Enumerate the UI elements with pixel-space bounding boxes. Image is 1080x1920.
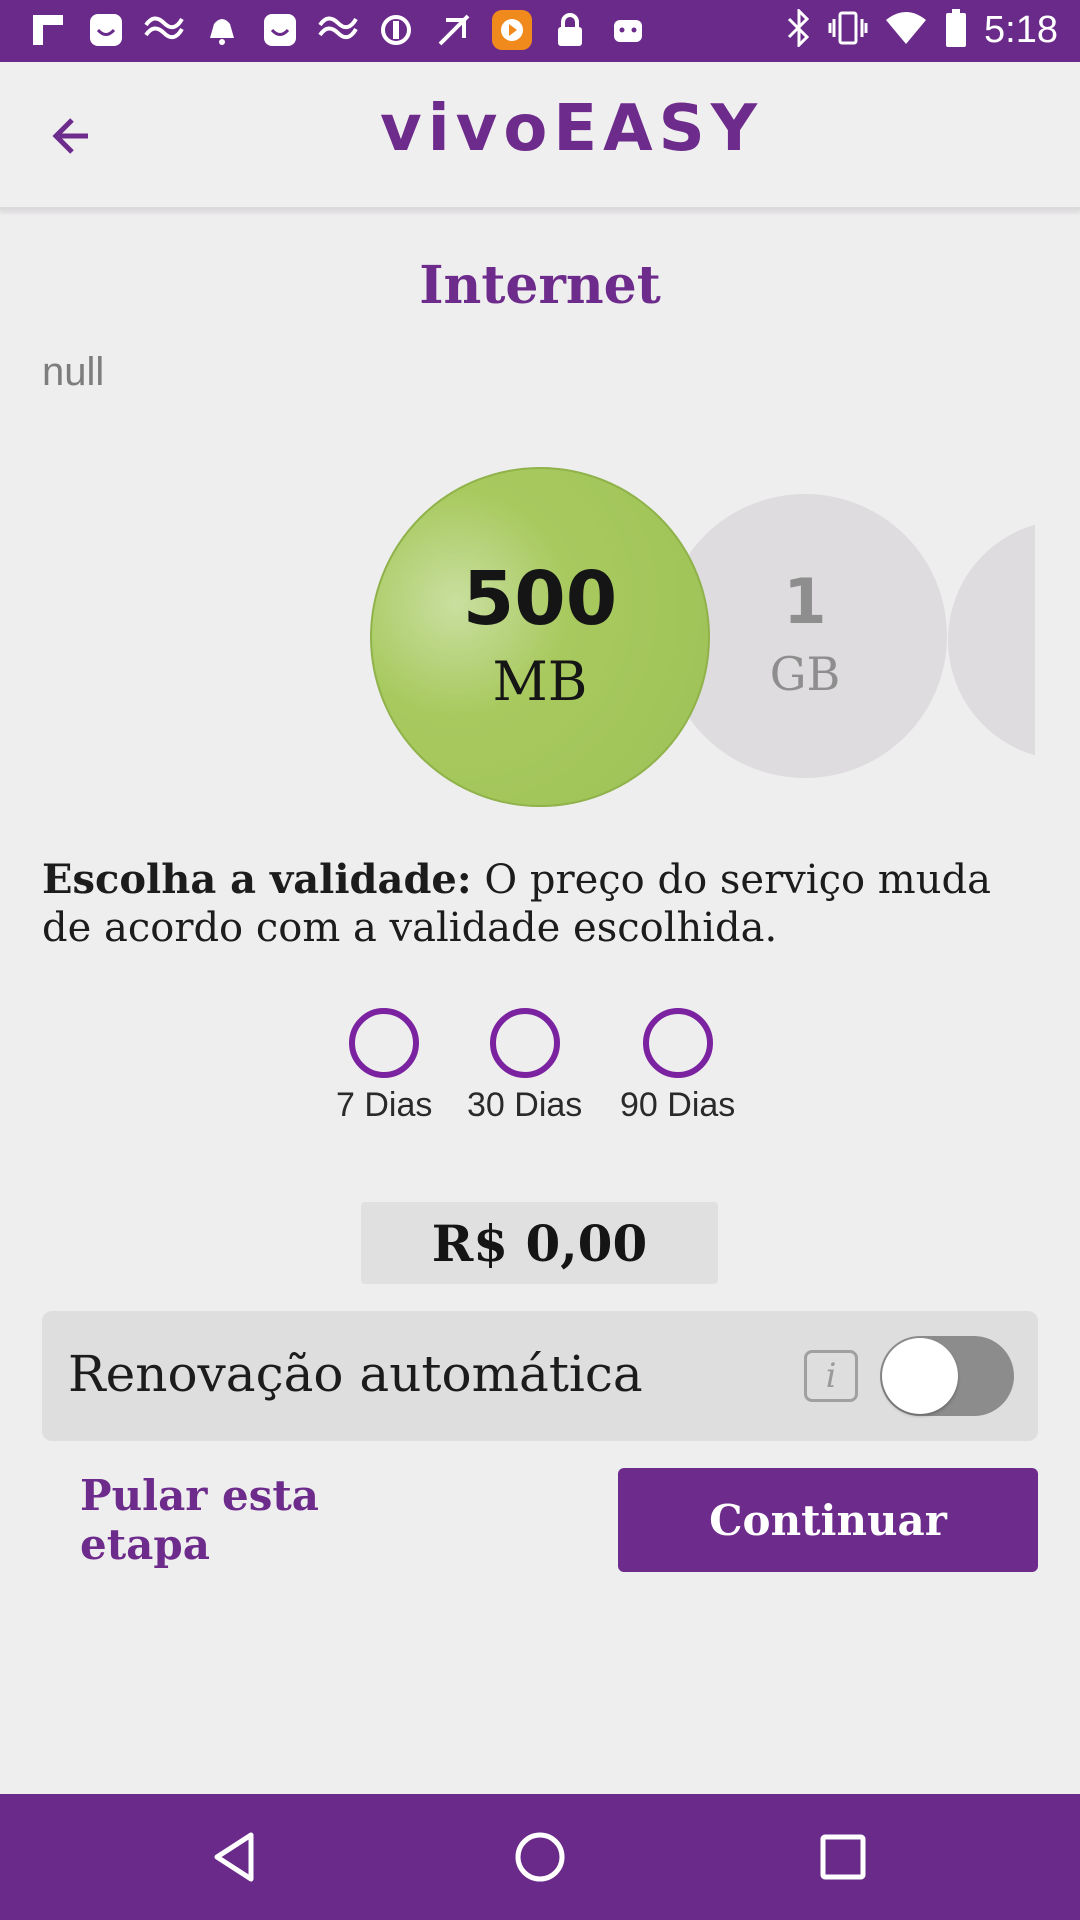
nav-home-button[interactable] [505,1822,575,1892]
validity-description: Escolha a validade: O preço do serviço m… [42,856,1042,952]
radio-button[interactable] [642,1008,713,1078]
plan-unit: MB [492,649,588,713]
toggle-knob [882,1338,958,1414]
vibrate-icon [828,9,868,51]
notification-bell-icon [202,10,242,50]
radio-button[interactable] [349,1008,420,1078]
validity-option-label: 90 Dias [620,1086,736,1124]
plan-amount: 1 [783,565,827,638]
plan-subtitle: null [42,350,105,394]
vivo-easy-logo: vivoEASY [380,92,764,166]
no-signal-icon [434,10,474,50]
validity-option-label: 30 Dias [467,1086,583,1124]
notification-icons [28,10,648,50]
price-display: R$ 0,00 [361,1202,718,1284]
back-button[interactable] [40,104,104,168]
system-nav-bar [0,1794,1080,1920]
app-bar: vivoEASY [0,62,1080,210]
plan-carousel[interactable]: 500 MB 1 GB [0,440,1035,840]
nav-back-button[interactable] [200,1822,270,1892]
validity-option-label: 7 Dias [336,1086,433,1124]
sync-icon [376,10,416,50]
nav-recents-button[interactable] [808,1822,878,1892]
android-icon [608,10,648,50]
validity-lead: Escolha a validade: [42,856,472,903]
validity-option-7[interactable]: 7 Dias [336,1008,432,1125]
arrow-left-icon [52,118,88,154]
bluetooth-icon [786,7,812,51]
app-smile-icon [86,10,126,50]
app-wave-icon [318,10,358,50]
plan-unit: GB [769,647,841,701]
battery-icon [944,8,968,52]
validity-option-90[interactable]: 90 Dias [620,1008,735,1125]
plan-option[interactable] [948,520,1035,760]
auto-renew-row: Renovação automática i [42,1311,1038,1441]
square-recents-icon [820,1834,866,1880]
continue-button[interactable]: Continuar [618,1468,1038,1572]
triangle-back-icon [214,1832,254,1882]
clock: 5:18 [984,8,1058,51]
page-title: Internet [419,255,661,316]
wifi-icon [884,10,928,50]
auto-renew-toggle[interactable] [880,1336,1014,1416]
circle-home-icon [515,1832,565,1882]
app-wave-icon [144,10,184,50]
app-orange-icon [492,10,532,50]
validity-option-30[interactable]: 30 Dias [467,1008,582,1125]
app-smile-icon [260,10,300,50]
skip-step-button[interactable]: Pular esta etapa [42,1468,462,1572]
lock-icon [550,10,590,50]
plan-amount: 500 [462,555,618,642]
auto-renew-label: Renovação automática [68,1345,643,1403]
info-icon[interactable]: i [804,1350,858,1402]
plan-option-selected[interactable]: 500 MB [370,467,710,807]
radio-button[interactable] [489,1008,560,1078]
flipboard-icon [28,10,68,50]
status-bar: 5:18 [0,0,1080,62]
